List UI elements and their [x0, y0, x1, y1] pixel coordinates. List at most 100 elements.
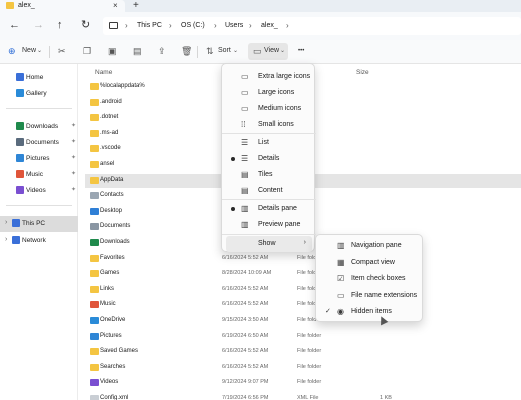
breadcrumb-alex[interactable]: alex_	[261, 22, 278, 29]
file-date-modified: 6/16/2024 5:52 AM	[222, 348, 269, 355]
menu-item-medium-icons[interactable]: ▭ Medium icons	[226, 101, 312, 117]
file-date-modified: 6/16/2024 5:52 AM	[222, 254, 269, 261]
column-header-size[interactable]: Size	[356, 69, 369, 76]
menu-item-label: Content	[258, 187, 283, 194]
menu-item-small-icons[interactable]: ⁞⁞ Small icons	[226, 117, 312, 133]
breadcrumb-os-c[interactable]: OS (C:)	[181, 22, 205, 29]
file-name: .ms-ad	[100, 129, 119, 136]
menu-item-compact-view[interactable]: ▦ Compact view	[320, 255, 420, 271]
sidebar-item-gallery[interactable]: Gallery	[0, 86, 78, 102]
rename-icon[interactable]: ▤	[133, 46, 142, 56]
file-row[interactable]: Links 6/16/2024 5:52 AM File folder	[85, 283, 521, 297]
breadcrumb-separator: ›	[249, 21, 252, 30]
file-date-modified: 6/16/2024 5:52 AM	[222, 363, 269, 370]
chevron-right-icon[interactable]: ›	[5, 219, 7, 226]
file-name: ansel	[100, 161, 115, 167]
menu-item-label: Compact view	[351, 258, 395, 266]
file-row[interactable]: Games 8/28/2024 10:09 AM File folder	[85, 267, 521, 281]
sidebar-item-pictures[interactable]: Pictures ✦	[0, 151, 78, 167]
breadcrumb-this-pc[interactable]: This PC	[137, 22, 162, 29]
sort-button[interactable]: Sort	[218, 46, 231, 56]
more-options-button[interactable]: •••	[298, 46, 304, 56]
menu-item-extra-large-icons[interactable]: ▭ Extra large icons	[226, 69, 312, 85]
up-button[interactable]: ↑	[57, 19, 63, 31]
gallery-icon	[16, 89, 24, 97]
desktop-icon	[90, 207, 99, 215]
file-row[interactable]: Videos 9/12/2024 9:07 PM File folder	[85, 376, 521, 390]
sidebar-item-home[interactable]: Home	[0, 70, 78, 86]
menu-item-file-name-extensions[interactable]: ▭ File name extensions	[320, 288, 420, 304]
breadcrumb-users[interactable]: Users	[225, 22, 243, 29]
folder-icon	[90, 161, 99, 168]
delete-icon[interactable]: 🗑	[181, 46, 192, 56]
view-label: View	[264, 47, 280, 54]
menu-item-details-pane[interactable]: ▥ Details pane	[226, 201, 312, 217]
menu-item-details[interactable]: ☰ Details	[226, 151, 312, 167]
sidebar-item-this-pc[interactable]: › This PC	[0, 216, 78, 232]
file-row[interactable]: Pictures 6/19/2024 6:50 AM File folder	[85, 330, 521, 344]
back-button[interactable]: ←	[9, 19, 20, 31]
sidebar-item-downloads[interactable]: Downloads ✦	[0, 119, 78, 135]
menu-item-large-icons[interactable]: ▭ Large icons	[226, 85, 312, 101]
menu-item-label: Preview pane	[258, 221, 301, 228]
file-name: Pictures	[100, 332, 122, 339]
file-name: Desktop	[100, 207, 123, 214]
item-check-boxes-icon: ☑	[337, 274, 345, 283]
file-name: AppData	[100, 176, 124, 183]
file-row[interactable]: OneDrive 9/15/2024 3:50 AM File folder	[85, 314, 521, 328]
list-icon: ☰	[241, 138, 249, 147]
file-row[interactable]: Saved Games 6/16/2024 5:52 AM File folder	[85, 345, 521, 359]
file-date-modified: 6/16/2024 5:52 AM	[222, 285, 269, 292]
close-tab-button[interactable]: ×	[113, 1, 118, 10]
new-button[interactable]: New	[22, 46, 36, 56]
downloads-icon	[16, 122, 24, 130]
address-bar[interactable]: › This PC › OS (C:) › Users › alex_ ›	[103, 17, 521, 35]
details-pane-icon: ▥	[241, 204, 249, 213]
cut-icon[interactable]: ✂	[58, 46, 66, 56]
toolbar-divider	[197, 46, 198, 58]
column-header-name[interactable]: Name	[95, 69, 112, 76]
tab-alex[interactable]: alex_ ×	[0, 0, 125, 12]
sidebar-item-music[interactable]: Music ✦	[0, 167, 78, 183]
navigation-pane-icon: ▥	[337, 241, 345, 250]
sidebar-item-documents[interactable]: Documents ✦	[0, 135, 78, 151]
folder-icon	[90, 98, 99, 106]
file-row[interactable]: Config.xml 7/19/2024 6:56 PM XML File 1 KB	[85, 392, 521, 400]
chevron-right-icon[interactable]: ›	[5, 236, 7, 243]
preview-pane-icon: ▥	[241, 220, 249, 229]
file-row[interactable]: Music 6/16/2024 5:52 AM File folder	[85, 298, 521, 312]
share-icon[interactable]: ⇪	[158, 46, 166, 56]
forward-button[interactable]: →	[33, 19, 44, 31]
sidebar-item-videos[interactable]: Videos ✦	[0, 183, 78, 199]
sidebar-item-network[interactable]: › Network	[0, 233, 78, 249]
sidebar-item-label: Downloads	[26, 123, 59, 130]
menu-item-label: Details	[258, 155, 280, 162]
folder-icon	[90, 176, 99, 184]
sidebar-item-label: Videos	[26, 187, 46, 194]
this-pc-icon	[12, 219, 20, 227]
menu-item-list[interactable]: ☰ List	[226, 135, 312, 151]
file-size: 1 KB	[380, 395, 392, 400]
view-button[interactable]: ▭ View ⌄	[248, 43, 288, 60]
menu-item-navigation-pane[interactable]: ▥ Navigation pane	[320, 238, 420, 254]
home-icon	[16, 73, 24, 81]
menu-item-preview-pane[interactable]: ▥ Preview pane	[226, 217, 312, 233]
menu-item-show[interactable]: Show ›	[226, 236, 312, 252]
selected-bullet-icon	[231, 157, 235, 161]
favorites-icon	[90, 254, 99, 262]
menu-item-item-check-boxes[interactable]: ☑ Item check boxes	[320, 271, 420, 287]
menu-item-tiles[interactable]: ▤ Tiles	[226, 167, 312, 183]
menu-item-label: Medium icons	[258, 105, 302, 112]
this-pc-icon	[109, 22, 118, 29]
paste-icon[interactable]: ▣	[108, 46, 117, 56]
tiles-icon: ▤	[241, 170, 249, 179]
menu-item-hidden-items[interactable]: ✓ ◉ Hidden items	[320, 304, 420, 320]
toolbar-divider	[49, 46, 50, 58]
refresh-button[interactable]: ↻	[81, 19, 90, 31]
new-tab-button[interactable]: +	[133, 0, 139, 11]
file-row[interactable]: Searches 6/16/2024 5:52 AM File folder	[85, 361, 521, 375]
file-row[interactable]: Favorites 6/16/2024 5:52 AM File folder	[85, 252, 521, 266]
copy-icon[interactable]: ❐	[83, 46, 91, 56]
menu-separator	[222, 133, 316, 134]
menu-item-content[interactable]: ▤ Content	[226, 183, 312, 199]
